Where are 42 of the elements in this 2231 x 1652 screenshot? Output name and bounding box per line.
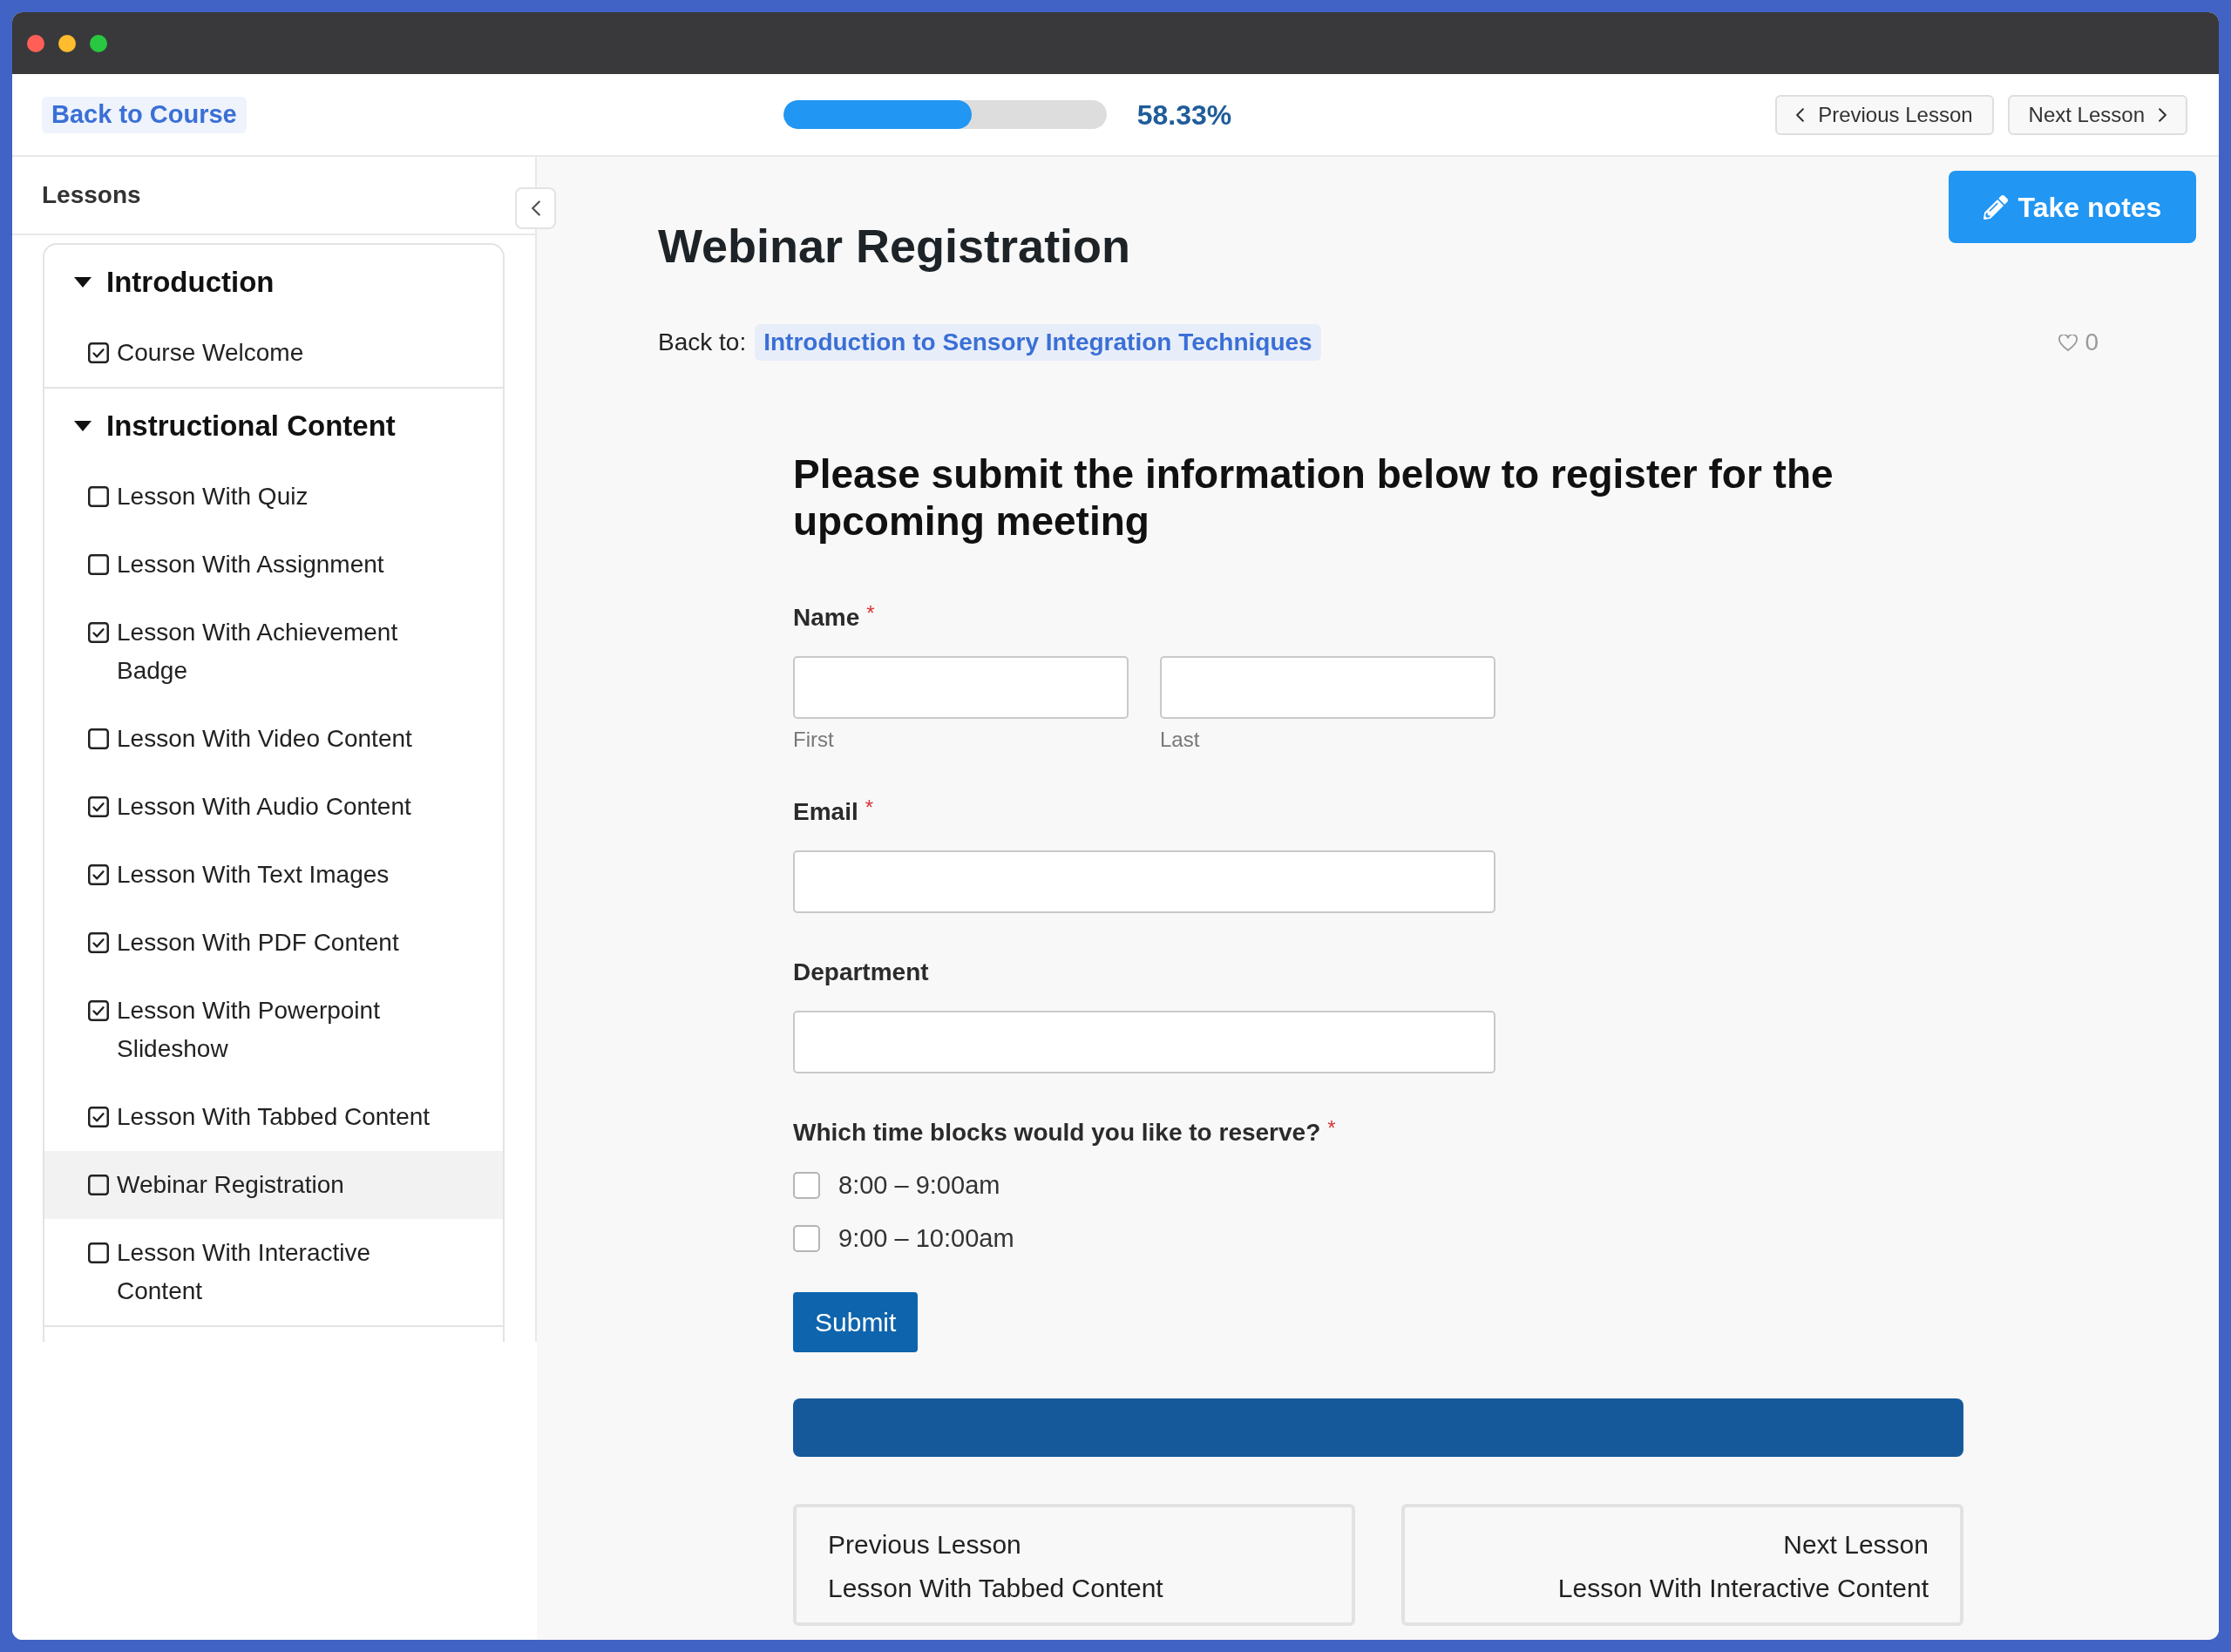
field-sublabel: Last <box>1160 727 1200 753</box>
lesson-link[interactable]: Webinar Registration <box>44 1151 503 1219</box>
back-to-course-link[interactable]: Back to Course <box>42 96 247 133</box>
section-toggle[interactable]: Introduction <box>44 245 503 319</box>
checkbox[interactable] <box>793 1224 820 1252</box>
option-label: 9:00 – 10:00am <box>838 1223 1014 1254</box>
field-label: Name <box>793 603 860 633</box>
input-field[interactable] <box>793 656 1129 719</box>
checkbox[interactable] <box>793 1171 820 1199</box>
field-sublabel: First <box>793 727 834 753</box>
chevron-right-icon <box>2159 107 2167 122</box>
input-field[interactable] <box>793 850 1495 913</box>
required-mark: * <box>865 797 874 818</box>
field-label: Email <box>793 797 858 827</box>
maximize-window-icon[interactable] <box>90 34 107 52</box>
field-label: Which time blocks would you like to reserve? <box>793 1118 1321 1148</box>
next-lesson-card[interactable]: Next Lesson Lesson With Interactive Content <box>1401 1504 1963 1626</box>
minimize-window-icon[interactable] <box>58 34 76 52</box>
like-count: 0 <box>2085 328 2099 357</box>
sidebar-title: Lessons <box>42 180 141 210</box>
course-link[interactable]: Introduction to Sensory Integration Techniques <box>755 324 1321 361</box>
collapse-sidebar-button[interactable] <box>515 187 556 229</box>
page-title: Webinar Registration <box>658 219 1131 273</box>
next-lesson-button[interactable]: Next Lesson <box>2007 94 2187 135</box>
field-label: Department <box>793 958 929 987</box>
required-mark: * <box>1327 1118 1336 1139</box>
heart-icon[interactable] <box>2058 334 2078 351</box>
option-label: 8:00 – 9:00am <box>838 1170 1000 1201</box>
close-window-icon[interactable] <box>27 34 44 52</box>
chevron-left-icon <box>1796 107 1805 122</box>
back-to-label: Back to: <box>658 328 747 357</box>
pencil-icon <box>1983 194 2008 220</box>
progress-percent: 58.33% <box>1136 98 1232 132</box>
submit-button[interactable]: Submit <box>793 1292 919 1352</box>
section-toggle[interactable]: Instructional Content <box>44 389 503 463</box>
input-field[interactable] <box>793 1011 1495 1073</box>
required-mark: * <box>866 603 875 624</box>
input-field[interactable] <box>1160 656 1495 719</box>
previous-lesson-card[interactable]: Previous Lesson Lesson With Tabbed Content <box>793 1504 1355 1626</box>
form-heading: Please submit the information below to register for the upcoming meeting <box>793 450 1834 545</box>
chevron-left-icon <box>531 200 540 216</box>
previous-lesson-button[interactable]: Previous Lesson <box>1775 94 1994 135</box>
